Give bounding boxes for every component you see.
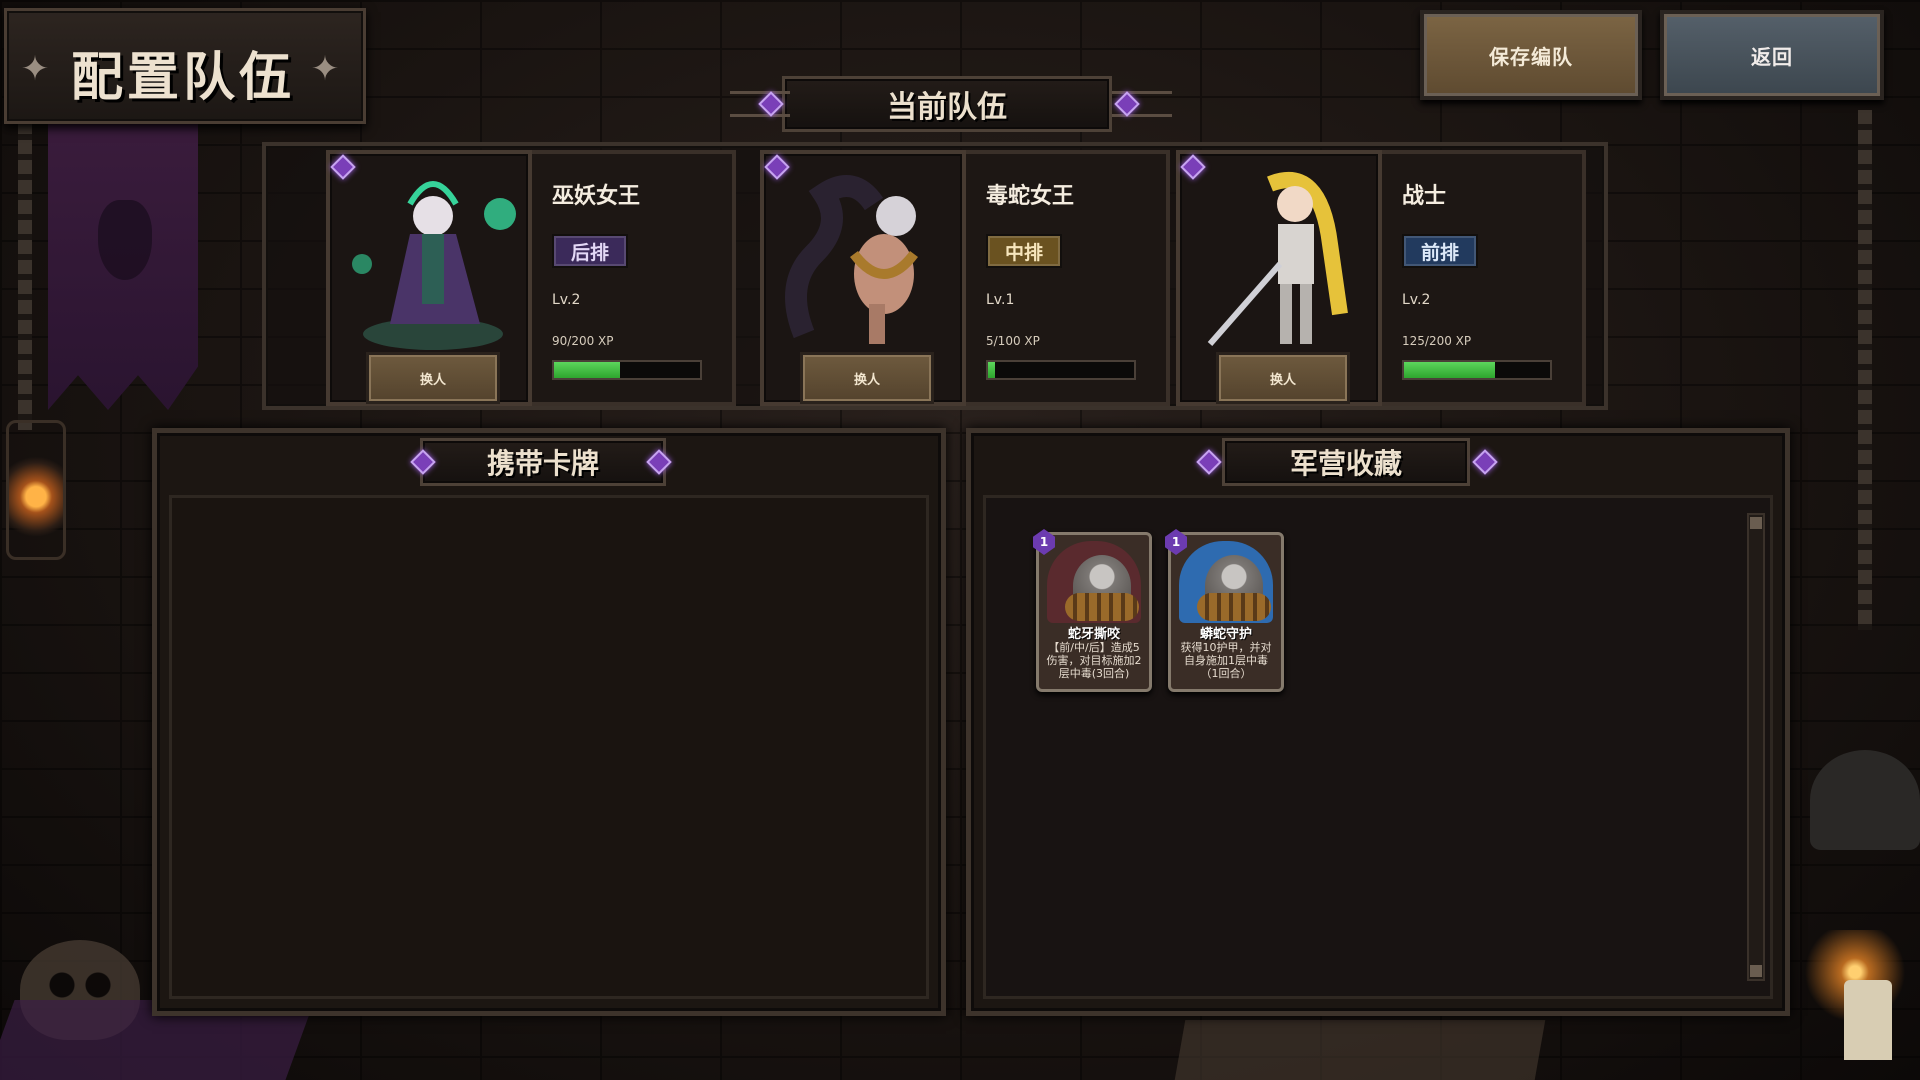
hero-info: 巫妖女王 后排 Lv.2 90/200 XP <box>532 150 736 406</box>
warrior-sprite <box>1207 172 1348 346</box>
card-description: 获得10护甲，并对自身施加1层中毒（1回合） <box>1180 641 1272 680</box>
current-team-label: 当前队伍 <box>887 90 1007 125</box>
swap-button[interactable]: 换人 <box>1216 352 1350 404</box>
hero-level: Lv.2 <box>552 292 581 308</box>
swap-button[interactable]: 换人 <box>800 352 934 404</box>
title-plate: ✦ 配置队伍 ✦ <box>4 8 366 124</box>
hero-portrait: 换人 <box>326 150 532 406</box>
hero-info: 战士 前排 Lv.2 125/200 XP <box>1382 150 1586 406</box>
hero-name: 战士 <box>1402 184 1447 209</box>
candle-decoration <box>1844 980 1892 1060</box>
star-ornament-icon: ✦ <box>20 49 50 89</box>
lich-queen-sprite <box>352 181 516 350</box>
skill-card-python-guard[interactable]: 1 蟒蛇守护 获得10护甲，并对自身施加1层中毒（1回合） <box>1165 529 1284 692</box>
snake-icon <box>1065 593 1139 621</box>
card-name: 蛇牙撕咬 <box>1067 627 1120 642</box>
barracks-collection-label: 军营收藏 <box>1289 447 1402 480</box>
barracks-collection-header: 军营收藏 <box>1222 438 1470 486</box>
row-badge: 中排 <box>986 234 1062 268</box>
hero-name: 巫妖女王 <box>552 184 641 209</box>
hero-xp-text: 125/200 XP <box>1402 334 1472 348</box>
carry-cards-panel <box>152 428 946 1016</box>
snake-icon <box>1197 593 1271 621</box>
card-art <box>1047 541 1141 623</box>
hero-name: 毒蛇女王 <box>986 184 1075 209</box>
row-badge: 前排 <box>1402 234 1478 268</box>
xp-bar <box>1402 360 1552 380</box>
xp-bar <box>552 360 702 380</box>
card-name: 蟒蛇守护 <box>1199 627 1252 642</box>
lantern-icon <box>6 420 66 560</box>
current-team-header: 当前队伍 <box>782 76 1112 132</box>
hero-info: 毒蛇女王 中排 Lv.1 5/100 XP <box>966 150 1170 406</box>
demon-emblem-icon <box>98 200 152 280</box>
scrollbar[interactable] <box>1747 513 1765 981</box>
hero-portrait: 换人 <box>760 150 966 406</box>
page-title: 配置队伍 <box>71 47 296 108</box>
team-slot-3: 换人 战士 前排 Lv.2 125/200 XP <box>1176 150 1586 406</box>
save-team-button[interactable]: 保存编队 <box>1420 10 1642 100</box>
hero-portrait: 换人 <box>1176 150 1382 406</box>
xp-fill <box>554 362 620 378</box>
serpent-queen-sprite <box>785 175 918 344</box>
chain-left <box>18 100 32 430</box>
map-decoration <box>1174 1020 1546 1080</box>
barracks-collection-panel <box>966 428 1790 1016</box>
carry-cards-header: 携带卡牌 <box>420 438 666 486</box>
hero-level: Lv.2 <box>1402 292 1431 308</box>
back-button[interactable]: 返回 <box>1660 10 1884 100</box>
xp-bar <box>986 360 1136 380</box>
scroll-up-icon[interactable] <box>1750 517 1762 529</box>
carry-cards-label: 携带卡牌 <box>486 447 599 480</box>
hero-xp-text: 90/200 XP <box>552 334 614 348</box>
team-slot-1: 换人 巫妖女王 后排 Lv.2 90/200 XP <box>326 150 736 406</box>
row-badge: 后排 <box>552 234 628 268</box>
scroll-down-icon[interactable] <box>1750 965 1762 977</box>
xp-fill <box>988 362 996 378</box>
carry-cards-drop-area[interactable] <box>169 495 929 999</box>
helmet-decoration <box>1810 750 1920 850</box>
xp-fill <box>1404 362 1496 378</box>
swap-button[interactable]: 换人 <box>366 352 500 404</box>
card-art <box>1179 541 1273 623</box>
skill-card-snake-bite[interactable]: 1 蛇牙撕咬 【前/中/后】造成5伤害，对目标施加2层中毒(3回合) <box>1033 529 1152 692</box>
hero-xp-text: 5/100 XP <box>986 334 1040 348</box>
hero-level: Lv.1 <box>986 292 1015 308</box>
card-description: 【前/中/后】造成5伤害，对目标施加2层中毒(3回合) <box>1046 641 1142 680</box>
chain-right <box>1858 110 1872 630</box>
star-ornament-icon: ✦ <box>310 49 340 89</box>
team-slot-2: 换人 毒蛇女王 中排 Lv.1 5/100 XP <box>760 150 1170 406</box>
